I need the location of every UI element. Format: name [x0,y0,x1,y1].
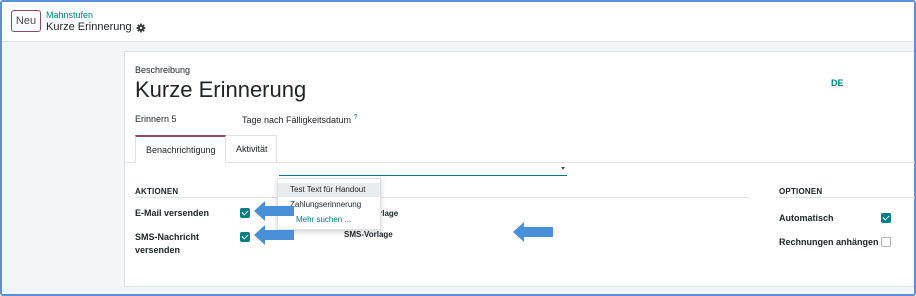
actions-section-title: AKTIONEN [135,187,179,196]
options-section-title: OPTIONEN [779,187,823,196]
sms-send-label-line1: SMS-Nachricht [135,232,200,242]
days-after-due-label: Tage nach Fälligkeitsdatum ? [242,114,357,125]
annotation-arrow-dropdown-icon [513,222,553,242]
actions-divider [135,197,749,198]
breadcrumb-current-label: Kurze Erinnerung [46,21,132,33]
tab-benachrichtigung[interactable]: Benachrichtigung [135,135,226,163]
breadcrumb-current: Kurze Erinnerung [46,21,146,34]
description-label: Beschreibung [135,65,191,75]
breadcrumb-parent-link[interactable]: Mahnstufen [46,10,146,21]
annotation-arrow-sms-icon [254,225,294,245]
tab-aktivitaet[interactable]: Aktivität [226,135,277,163]
automatic-label: Automatisch [779,213,834,223]
remind-days-field[interactable]: Erinnern 5 [135,114,177,124]
chevron-down-icon[interactable] [561,167,565,170]
days-after-due-text: Tage nach Fälligkeitsdatum [242,115,352,125]
sms-send-label-line2: versenden [135,245,181,255]
dropdown-option-test-text[interactable]: Test Text für Handout [278,183,380,197]
attach-invoices-label: Rechnungen anhängen [779,237,879,247]
options-divider [779,197,915,198]
annotation-arrow-email-icon [254,201,294,221]
title-field[interactable]: Kurze Erinnerung [135,77,306,103]
sms-send-label: SMS-Nachricht versenden [135,231,199,257]
email-send-checkbox[interactable] [240,208,250,218]
help-tooltip-icon[interactable]: ? [354,114,358,121]
breadcrumb: Mahnstufen Kurze Erinnerung [46,10,146,34]
control-panel: Neu Mahnstufen Kurze Erinnerung [2,2,914,42]
automatic-checkbox[interactable] [881,213,891,223]
template-select-input[interactable] [279,163,567,176]
sms-send-checkbox[interactable] [240,232,250,242]
new-button[interactable]: Neu [11,10,41,32]
notebook-tabs: Benachrichtigung Aktivität [125,135,915,163]
email-send-label: E-Mail versenden [135,208,210,218]
gear-icon[interactable] [136,23,146,33]
attach-invoices-checkbox[interactable] [881,237,891,247]
language-button[interactable]: DE [831,78,844,88]
